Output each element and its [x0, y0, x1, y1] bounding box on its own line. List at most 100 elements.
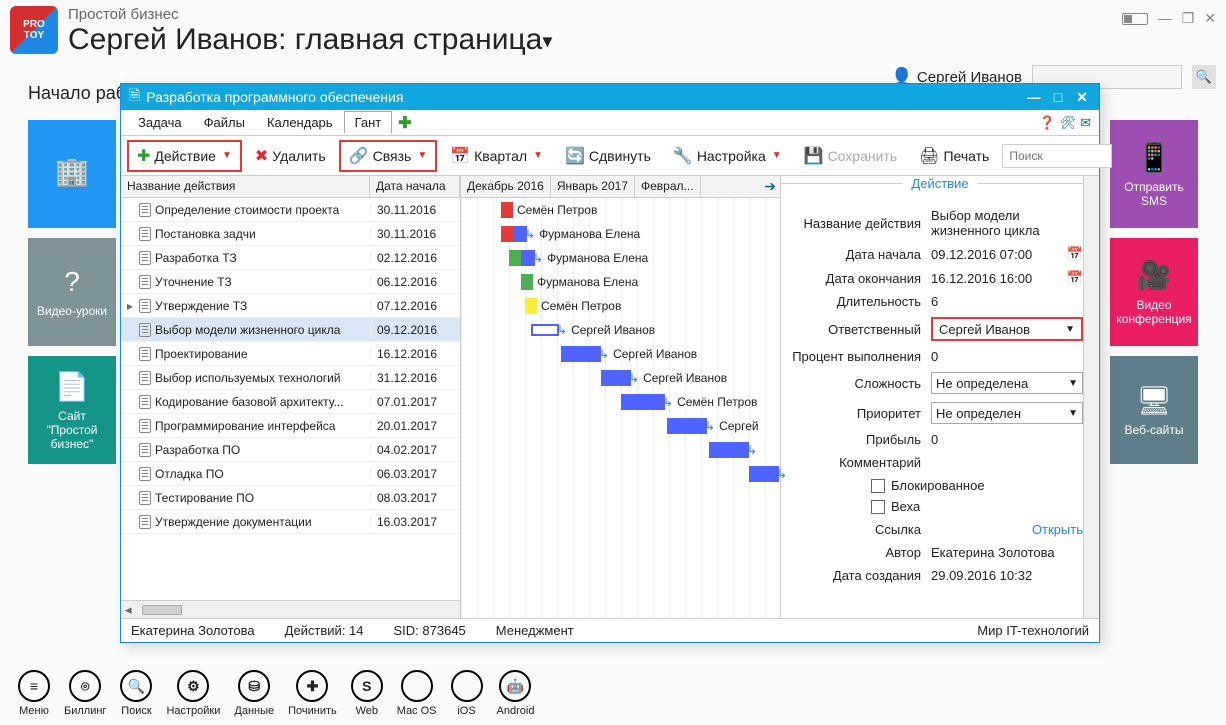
- gantt-chart[interactable]: Семён Петров↳Фурманова Елена↳Фурманова Е…: [461, 198, 780, 618]
- task-row[interactable]: Выбор модели жизненного цикла09.12.2016: [121, 318, 460, 342]
- col-name[interactable]: Название действия: [121, 176, 370, 197]
- dock-item[interactable]: 🤖Android: [497, 670, 535, 717]
- dock-item[interactable]: ⛁Данные: [234, 670, 274, 717]
- task-row[interactable]: Отладка ПО06.03.2017: [121, 462, 460, 486]
- dock-item[interactable]: ⌾Биллинг: [64, 670, 106, 717]
- toggle-switch[interactable]: [1122, 13, 1148, 25]
- calendar-icon[interactable]: 📅: [1067, 246, 1083, 262]
- dock-icon: S: [351, 670, 383, 702]
- nav-tile[interactable]: ?Видео-уроки: [28, 238, 116, 346]
- gantt-bar[interactable]: [561, 346, 601, 362]
- task-row[interactable]: Программирование интерфейса20.01.2017: [121, 414, 460, 438]
- gantt-bar[interactable]: [709, 442, 749, 458]
- add-tab-button[interactable]: ✚: [398, 113, 411, 133]
- window-maximize-icon[interactable]: □: [1049, 89, 1067, 106]
- gantt-bar[interactable]: [601, 370, 631, 386]
- scroll-left-icon[interactable]: ◂: [121, 602, 136, 618]
- close-icon[interactable]: ✕: [1204, 10, 1216, 27]
- settings-button[interactable]: 🔧Настройка▼: [664, 141, 791, 171]
- tab-Файлы[interactable]: Файлы: [193, 111, 256, 134]
- save-button[interactable]: 💾Сохранить: [795, 141, 907, 171]
- gantt-row[interactable]: ↳Сергей Иванов: [531, 318, 655, 342]
- nav-tile[interactable]: 📄Сайт "Простой бизнес": [28, 356, 116, 464]
- tools-icon[interactable]: 🛠: [1060, 115, 1077, 131]
- dock-item[interactable]: iOS: [451, 670, 483, 717]
- dock-item[interactable]: Mac OS: [397, 670, 437, 717]
- calendar-icon[interactable]: 📅: [1067, 270, 1083, 286]
- detail-end-date[interactable]: 16.12.2016 16:00📅: [931, 270, 1083, 286]
- page-title[interactable]: Сергей Иванов: главная страница▾: [68, 23, 1112, 57]
- gantt-row[interactable]: ↳Сергей: [667, 414, 759, 438]
- detail-percent[interactable]: 0: [931, 349, 1083, 364]
- detail-complexity-select[interactable]: Не определена▼: [931, 372, 1083, 394]
- detail-open-link[interactable]: Открыть: [931, 522, 1083, 537]
- window-close-icon[interactable]: ✕: [1073, 89, 1091, 106]
- detail-milestone-checkbox[interactable]: Веха: [871, 499, 1083, 514]
- minimize-icon[interactable]: —: [1158, 10, 1172, 27]
- task-row[interactable]: Уточнение ТЗ06.12.2016: [121, 270, 460, 294]
- dock-item[interactable]: SWeb: [351, 670, 383, 717]
- nav-tile[interactable]: 🏢: [28, 120, 116, 228]
- gantt-row[interactable]: ↳Сергей Иванов: [561, 342, 697, 366]
- detail-profit[interactable]: 0: [931, 432, 1083, 447]
- dock-item[interactable]: 🔍Поиск: [120, 670, 152, 717]
- task-row[interactable]: Кодирование базовой архитекту...07.01.20…: [121, 390, 460, 414]
- task-row[interactable]: ▸Утверждение ТЗ07.12.2016: [121, 294, 460, 318]
- gantt-bar[interactable]: [621, 394, 665, 410]
- task-row[interactable]: Постановка задчи30.11.2016: [121, 222, 460, 246]
- tab-Календарь[interactable]: Календарь: [256, 111, 344, 134]
- gantt-row[interactable]: ↳: [709, 438, 757, 462]
- help-icon[interactable]: ❓: [1039, 115, 1055, 131]
- arrow-right-icon[interactable]: ➔: [760, 176, 780, 197]
- action-button[interactable]: ✚Действие▼: [127, 140, 242, 172]
- task-row[interactable]: Определение стоимости проекта30.11.2016: [121, 198, 460, 222]
- quarter-button[interactable]: 📅Квартал▼: [441, 141, 552, 171]
- gantt-row[interactable]: Фурманова Елена: [521, 270, 638, 294]
- vertical-scrollbar[interactable]: [1083, 176, 1099, 618]
- nav-tile[interactable]: 🎥Видео конференция: [1110, 238, 1198, 346]
- chevron-down-icon[interactable]: ▾: [542, 31, 552, 53]
- link-button[interactable]: 🔗Связь▼: [339, 140, 438, 172]
- col-date[interactable]: Дата начала: [370, 176, 460, 197]
- gantt-bar[interactable]: [531, 324, 559, 336]
- tab-Задача[interactable]: Задача: [127, 111, 193, 134]
- gantt-row[interactable]: Семён Петров: [525, 294, 621, 318]
- window-titlebar[interactable]: 🗎 Разработка программного обеспечения — …: [121, 84, 1099, 110]
- task-row[interactable]: Разработка ТЗ02.12.2016: [121, 246, 460, 270]
- detail-blocked-checkbox[interactable]: Блокированное: [871, 478, 1083, 493]
- maximize-icon[interactable]: ❐: [1182, 10, 1195, 27]
- task-row[interactable]: Тестирование ПО08.03.2017: [121, 486, 460, 510]
- scroll-thumb[interactable]: [142, 605, 182, 615]
- detail-start-date[interactable]: 09.12.2016 07:00📅: [931, 246, 1083, 262]
- gantt-row[interactable]: ↳Семён Петров: [621, 390, 757, 414]
- shift-button[interactable]: 🔄Сдвинуть: [556, 141, 660, 171]
- gantt-bar[interactable]: [667, 418, 707, 434]
- gantt-row[interactable]: Семён Петров: [501, 198, 597, 222]
- mail-icon[interactable]: ✉: [1080, 115, 1091, 131]
- task-row[interactable]: Проектирование16.12.2016: [121, 342, 460, 366]
- dock-item[interactable]: ⚙Настройки: [166, 670, 220, 717]
- horizontal-scrollbar[interactable]: ◂: [121, 600, 460, 618]
- task-row[interactable]: Выбор используемых технологий31.12.2016: [121, 366, 460, 390]
- gantt-row[interactable]: ↳Фурманова Елена: [501, 222, 640, 246]
- gantt-row[interactable]: ↳Фурманова Елена: [509, 246, 648, 270]
- delete-button[interactable]: ✖Удалить: [246, 141, 335, 171]
- nav-tile[interactable]: 🖥Веб-сайты: [1110, 356, 1198, 464]
- detail-responsible-select[interactable]: Сергей Иванов▼: [931, 317, 1083, 341]
- task-row[interactable]: Разработка ПО04.02.2017: [121, 438, 460, 462]
- toolbar-search-input[interactable]: [1002, 144, 1112, 168]
- task-date: 09.12.2016: [370, 323, 460, 337]
- window-minimize-icon[interactable]: —: [1025, 89, 1043, 106]
- print-button[interactable]: 🖨Печать: [910, 141, 998, 171]
- detail-duration[interactable]: 6: [931, 294, 1083, 309]
- tab-Гант[interactable]: Гант: [344, 111, 393, 134]
- detail-priority-select[interactable]: Не определен▼: [931, 402, 1083, 424]
- task-row[interactable]: Утверждение документации16.03.2017: [121, 510, 460, 534]
- search-button[interactable]: 🔍: [1192, 65, 1216, 89]
- nav-tile[interactable]: 📱Отправить SMS: [1110, 120, 1198, 228]
- gantt-row[interactable]: ↳Сергей Иванов: [601, 366, 727, 390]
- gantt-bar[interactable]: [749, 466, 779, 482]
- dock-item[interactable]: ✚Починить: [288, 670, 337, 717]
- dock-item[interactable]: ≡Меню: [18, 670, 50, 717]
- expander-icon[interactable]: ▸: [125, 299, 135, 313]
